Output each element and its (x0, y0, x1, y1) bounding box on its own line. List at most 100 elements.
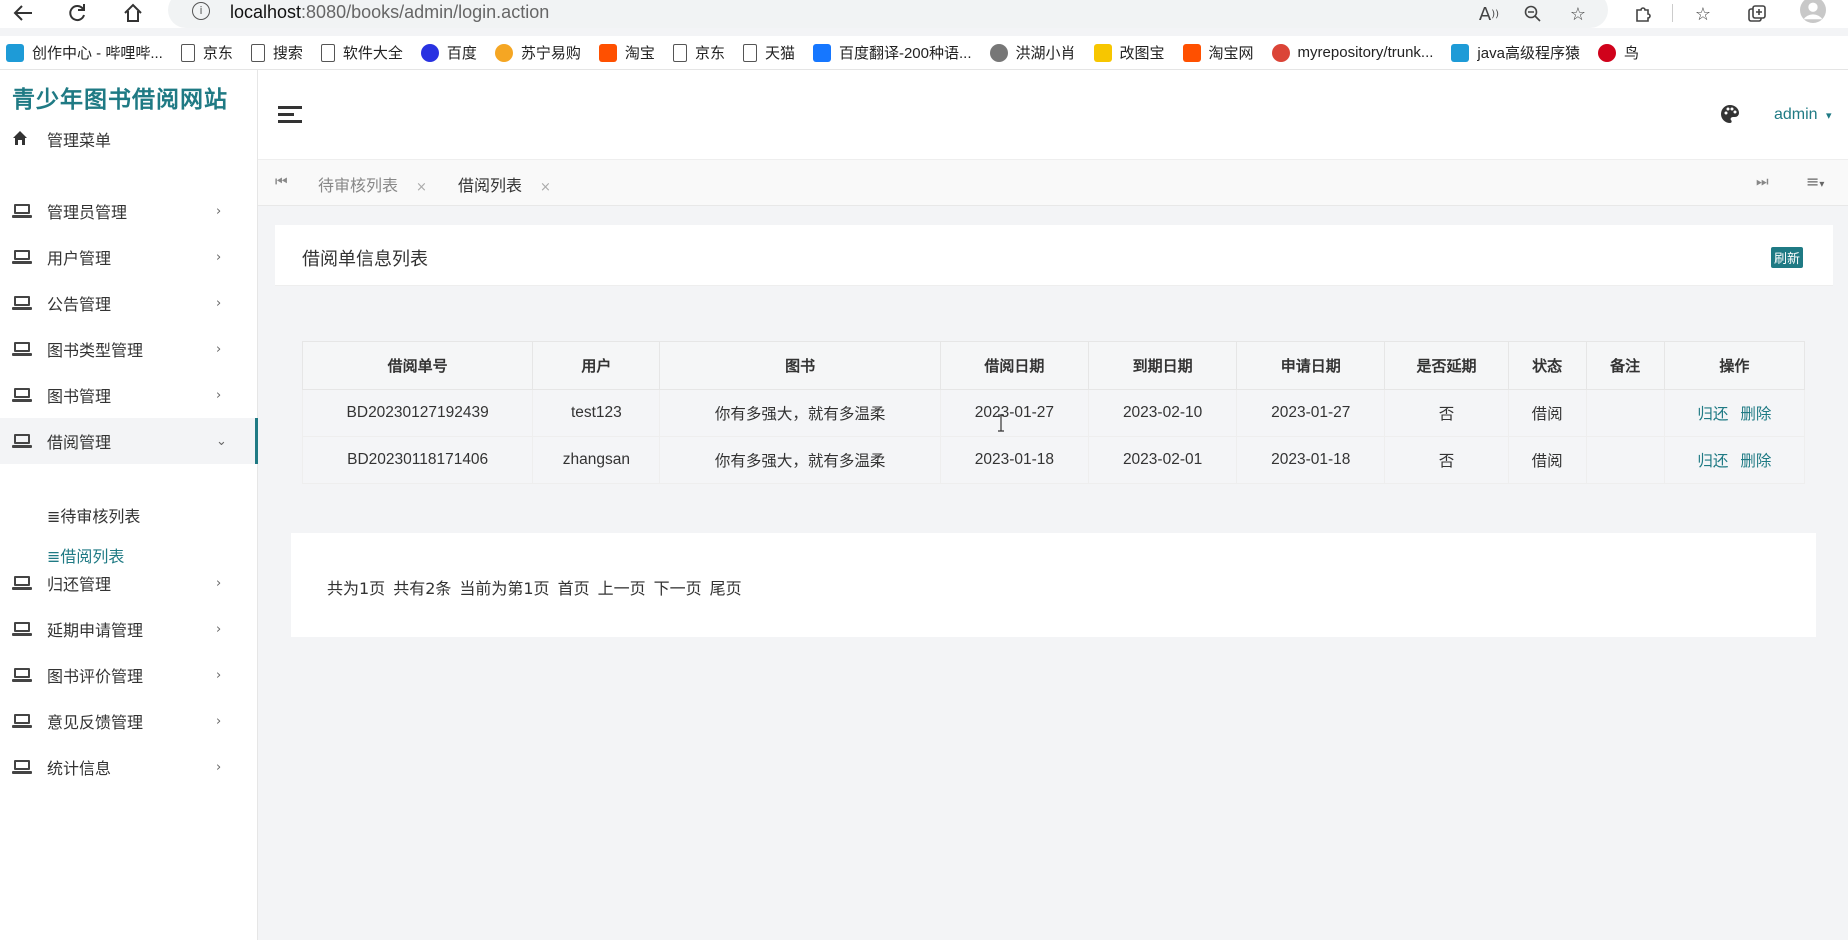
close-icon[interactable]: × (416, 180, 427, 195)
home-icon[interactable] (118, 0, 148, 26)
menu-header: 管理菜单 (0, 116, 258, 162)
sidebar-item-admin[interactable]: 管理员管理 › (0, 188, 258, 234)
pagination: 共为1页 共有2条 当前为第1页 首页 上一页 下一页 尾页 (327, 575, 742, 599)
sidebar-item-returns[interactable]: 归还管理 › (0, 560, 258, 606)
bookmark-item[interactable]: 淘宝网 (1182, 42, 1254, 63)
theme-palette-icon[interactable] (1720, 104, 1740, 129)
bookmark-label: 创作中心 - 哔哩哔... (32, 45, 163, 62)
close-icon[interactable]: × (540, 180, 551, 195)
sidebar-item-statistics[interactable]: 统计信息 › (0, 744, 258, 790)
laptop-icon (12, 668, 32, 682)
sidebar-item-notices[interactable]: 公告管理 › (0, 280, 258, 326)
baidu-icon (420, 43, 439, 62)
pager-prev-link[interactable]: 上一页 (598, 575, 646, 599)
tab-label: 待审核列表 (318, 176, 399, 195)
sidebar-item-label: 借阅管理 (47, 433, 112, 452)
column-header: 是否延期 (1384, 341, 1509, 390)
suning-icon (494, 43, 513, 62)
cell-status: 借阅 (1507, 389, 1587, 437)
bookmark-item[interactable]: 京东 (672, 42, 725, 63)
tab-label: 借阅列表 (458, 176, 523, 195)
sidebar-item-reviews[interactable]: 图书评价管理 › (0, 652, 258, 698)
chevron-right-icon: › (216, 295, 222, 311)
bookmark-item[interactable]: 鸟 (1597, 42, 1639, 63)
collections-icon[interactable] (1744, 2, 1770, 26)
sidebar-item-feedback[interactable]: 意见反馈管理 › (0, 698, 258, 744)
doc-icon (180, 43, 195, 62)
laptop-icon (12, 296, 32, 310)
sidebar-item-borrow[interactable]: 借阅管理 ⌄ (0, 418, 258, 464)
sidebar-item-label: 延期申请管理 (47, 621, 144, 640)
delete-link[interactable]: 删除 (1740, 406, 1771, 423)
sidebar-toggle-icon[interactable] (278, 106, 302, 124)
chevron-right-icon: › (216, 387, 222, 403)
sidebar-item-extension[interactable]: 延期申请管理 › (0, 606, 258, 652)
pager-first-link[interactable]: 首页 (558, 575, 590, 599)
bilibili-icon (6, 43, 24, 62)
favorites-icon[interactable]: ☆ (1690, 2, 1716, 26)
sidebar-item-label: 图书评价管理 (47, 667, 144, 686)
sidebar-item-book-types[interactable]: 图书类型管理 › (0, 326, 258, 372)
bookmark-item[interactable]: 软件大全 (320, 42, 403, 63)
zoom-out-icon[interactable] (1520, 2, 1546, 26)
chevron-right-icon: › (216, 759, 222, 775)
profile-avatar[interactable] (1800, 0, 1826, 23)
return-link[interactable]: 归还 (1697, 406, 1728, 423)
reload-icon[interactable] (62, 0, 92, 26)
user-menu[interactable]: admin ▾ (1774, 106, 1832, 124)
bookmark-item[interactable]: 搜索 (250, 42, 303, 63)
cell-book: 你有多强大，就有多温柔 (659, 389, 941, 437)
bookmark-label: 京东 (694, 45, 725, 62)
bookmark-item[interactable]: java高级程序猿 (1451, 42, 1580, 63)
delete-link[interactable]: 删除 (1740, 453, 1771, 470)
cell-borrow-id: BD20230118171406 (301, 436, 534, 484)
tab-pending-review[interactable]: 待审核列表 × (318, 172, 427, 196)
tab-borrow-list[interactable]: 借阅列表 × (458, 172, 551, 196)
info-icon[interactable]: i (192, 2, 210, 20)
tab-menu-icon[interactable]: ≡▾ (1806, 172, 1824, 191)
sidebar: 青少年图书借阅网站 管理菜单 管理员管理 › 用户管理 › 公告管理 › 图书类型管理 › 图书… (0, 70, 258, 940)
gaitubao-icon (1093, 43, 1112, 62)
sidebar-item-books[interactable]: 图书管理 › (0, 372, 258, 418)
bookmark-item[interactable]: 改图宝 (1093, 42, 1165, 63)
laptop-icon (12, 760, 32, 774)
cell-user: zhangsan (532, 436, 661, 484)
bookmark-item[interactable]: 百度翻译-200种语... (812, 42, 972, 63)
bookmark-label: 洪湖小肖 (1015, 45, 1076, 62)
cell-actions: 归还 删除 (1663, 436, 1806, 484)
doc-icon (742, 43, 757, 62)
address-bar[interactable]: i localhost:8080/books/admin/login.actio… (168, 0, 1608, 28)
app-header: admin ▾ (258, 70, 1848, 160)
return-link[interactable]: 归还 (1697, 453, 1728, 470)
bookmark-label: 淘宝 (624, 45, 655, 62)
favorite-add-icon[interactable]: ☆ (1565, 2, 1591, 26)
read-aloud-icon[interactable]: A)) (1476, 2, 1502, 26)
bookmark-item[interactable]: 淘宝 (598, 42, 655, 63)
tab-scroll-right-icon[interactable]: ⏭ (1756, 174, 1769, 190)
pager-next-link[interactable]: 下一页 (654, 575, 702, 599)
bookmark-item[interactable]: 百度 (420, 42, 477, 63)
bookmark-item[interactable]: 洪湖小肖 (989, 42, 1076, 63)
laptop-icon (12, 204, 32, 218)
column-header: 图书 (659, 341, 941, 390)
cell-apply-date: 2023-01-18 (1236, 436, 1386, 484)
extensions-icon[interactable] (1630, 2, 1656, 26)
user-name: admin (1774, 106, 1818, 123)
bookmark-item[interactable]: 天猫 (742, 42, 795, 63)
panel-title: 借阅单信息列表 (302, 249, 428, 270)
doc-icon (250, 43, 265, 62)
tab-scroll-left-icon[interactable]: ⏮ (275, 174, 288, 190)
submenu-pending-review[interactable]: ≣待审核列表 (47, 503, 140, 527)
bookmark-item[interactable]: 苏宁易购 (494, 42, 581, 63)
bookmark-item[interactable]: 创作中心 - 哔哩哔... (6, 42, 163, 63)
refresh-button[interactable]: 刷新 (1770, 247, 1803, 268)
sidebar-item-label: 图书类型管理 (47, 341, 144, 360)
bookmark-item[interactable]: 京东 (180, 42, 233, 63)
sidebar-item-users[interactable]: 用户管理 › (0, 234, 258, 280)
back-icon[interactable] (8, 0, 38, 26)
submenu-borrow-list[interactable]: ≣借阅列表 (47, 543, 124, 567)
bookmark-item[interactable]: myrepository/trunk... (1271, 43, 1433, 62)
pager-last-link[interactable]: 尾页 (710, 575, 742, 599)
laptop-icon (12, 342, 32, 356)
cell-borrow-date: 2023-01-18 (939, 436, 1090, 484)
